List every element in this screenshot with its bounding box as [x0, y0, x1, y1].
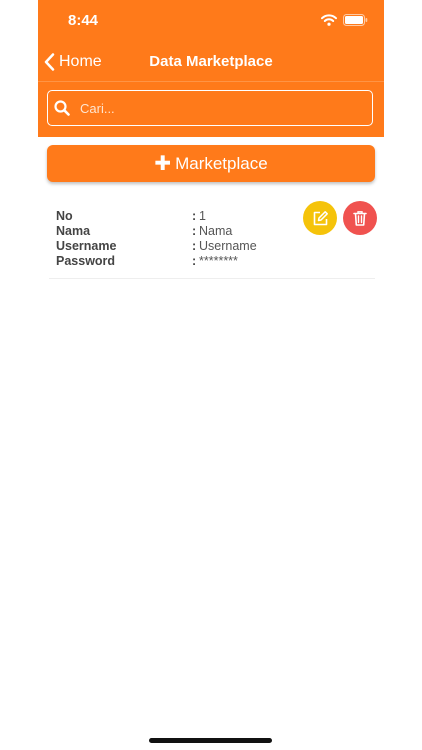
list-item: No : 1 Nama : Nama Username : Username P…	[49, 200, 377, 279]
field-colon: :	[192, 224, 197, 238]
field-value: Username	[199, 239, 257, 253]
battery-icon	[343, 14, 368, 26]
delete-button[interactable]	[343, 201, 377, 235]
plus-icon: ✚	[154, 152, 172, 175]
page-title: Data Marketplace	[149, 53, 273, 70]
header: 8:44 Home Data Marketplace Cari...	[38, 0, 384, 137]
search-input[interactable]	[78, 99, 332, 117]
field-label: Username	[56, 239, 117, 253]
divider	[38, 81, 384, 82]
search-icon	[54, 100, 70, 116]
field-label: Nama	[56, 224, 91, 238]
status-time: 8:44	[68, 12, 99, 29]
edit-button[interactable]	[303, 201, 337, 235]
field-value: Nama	[199, 224, 233, 238]
home-indicator[interactable]	[149, 738, 272, 743]
field-colon: :	[192, 209, 197, 223]
search-box[interactable]	[47, 90, 373, 126]
signal-icon	[297, 17, 310, 26]
app-screen: 8:44 Home Data Marketplace Cari... ✚ Mar…	[38, 0, 384, 750]
field-label: No	[56, 209, 73, 223]
status-icons	[297, 14, 368, 26]
add-marketplace-button[interactable]: ✚ Marketplace	[47, 145, 375, 182]
add-marketplace-label: Marketplace	[175, 153, 268, 173]
trash-icon	[353, 211, 367, 226]
field-value: ********	[199, 254, 238, 268]
field-colon: :	[192, 254, 197, 268]
field-label: Password	[56, 254, 116, 268]
field-value: 1	[199, 209, 206, 223]
edit-icon	[313, 210, 328, 225]
field-colon: :	[192, 239, 197, 253]
wifi-icon	[321, 14, 337, 26]
